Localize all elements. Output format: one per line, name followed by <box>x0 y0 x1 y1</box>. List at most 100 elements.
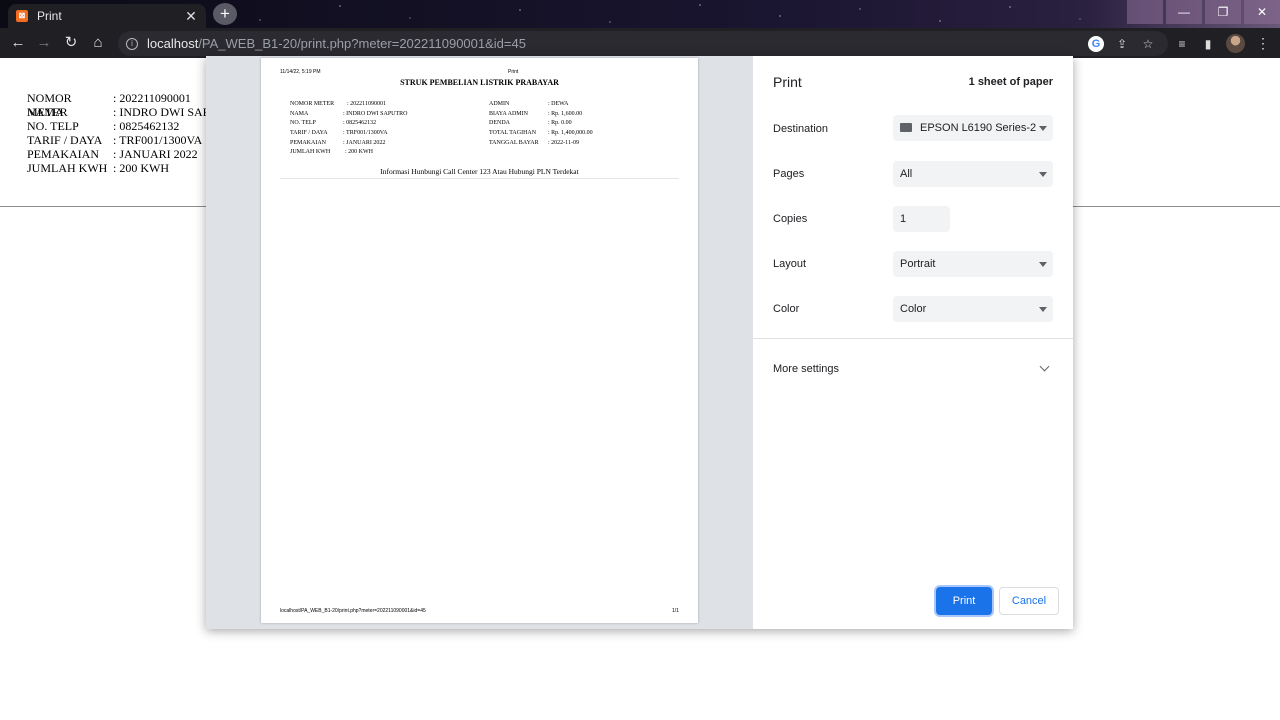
receipt-separator <box>280 178 679 179</box>
receipt-key: NO. TELP <box>290 120 316 127</box>
receipt-value: : 202211090001 <box>347 101 386 107</box>
receipt-value: : 200 KWH <box>345 149 373 156</box>
receipt-row: TARIF / DAYA : TRF001/1300VA <box>290 129 408 139</box>
reload-icon[interactable]: ↻ <box>61 33 81 53</box>
window-decoration <box>1127 0 1163 24</box>
underlying-receipt: NOMOR METER: 202211090001 NAMA: INDRO DW… <box>27 91 225 175</box>
close-tab-icon[interactable]: ✕ <box>184 8 198 25</box>
receipt-key: NOMOR METER <box>290 101 335 107</box>
xampp-favicon-icon: ⊠ <box>16 10 28 22</box>
side-panel-icon[interactable]: ▮ <box>1200 36 1216 52</box>
receipt-key: ADMIN <box>489 101 510 107</box>
bookmark-star-icon[interactable]: ☆ <box>1140 36 1156 52</box>
profile-avatar[interactable] <box>1226 34 1245 53</box>
forward-icon[interactable]: → <box>34 33 54 53</box>
restore-icon[interactable]: ❐ <box>1205 0 1241 24</box>
underlay-row: NAMA: INDRO DWI SAPUT <box>27 105 225 119</box>
home-icon[interactable]: ⌂ <box>88 33 108 53</box>
preview-footer-page: 1/1 <box>672 608 679 614</box>
copies-input[interactable]: 1 <box>893 206 950 232</box>
print-preview-pane: 11/14/22, 5:19 PM Print STRUK PEMBELIAN … <box>206 56 753 629</box>
receipt-value: : TRF001/1300VA <box>343 130 388 137</box>
receipt-right-column: ADMIN : DEWA BIAYA ADMIN : Rp. 1,600.00 DE… <box>489 100 593 148</box>
dropdown-caret-icon <box>1039 126 1047 131</box>
layout-label: Layout <box>773 258 807 270</box>
receipt-row: NAMA: INDRO DWI SAPUTRO <box>290 110 408 120</box>
underlay-value: : JANUARI 2022 <box>113 147 198 161</box>
receipt-value: : Rp. 0.00 <box>548 120 572 127</box>
back-icon[interactable]: ← <box>8 33 28 53</box>
more-settings-toggle[interactable]: More settings <box>773 363 839 375</box>
receipt-key: DENDA <box>489 120 510 127</box>
underlay-key: PEMAKAIAN <box>27 147 99 161</box>
share-icon[interactable]: ⇪ <box>1114 36 1130 52</box>
underlay-key: NO. TELP <box>27 119 79 133</box>
underlay-value: : 0825462132 <box>113 119 180 133</box>
receipt-row: ADMIN : DEWA <box>489 100 593 110</box>
reading-list-icon[interactable]: ≡ <box>1174 36 1190 52</box>
chevron-down-icon[interactable] <box>1039 361 1050 372</box>
underlay-row: JUMLAH KWH: 200 KWH <box>27 161 225 175</box>
receipt-title: STRUK PEMBELIAN LISTRIK PRABAYAR <box>400 78 559 87</box>
receipt-value: : INDRO DWI SAPUTRO <box>343 110 408 117</box>
preview-header-date: 11/14/22, 5:19 PM <box>280 69 321 75</box>
receipt-value: : Rp. 1,600.00 <box>548 110 583 117</box>
underlay-row: NOMOR METER: 202211090001 <box>27 91 225 119</box>
sheet-count: 1 sheet of paper <box>968 76 1053 88</box>
underlay-key: NOMOR METER <box>27 91 72 119</box>
receipt-row: TANGGAL BAYAR: 2022-11-09 <box>489 139 593 149</box>
print-dialog-title: Print <box>773 74 802 90</box>
color-label: Color <box>773 303 800 315</box>
tab-title: Print <box>37 9 62 23</box>
underlay-row: TARIF / DAYA: TRF001/1300VA <box>27 133 225 147</box>
receipt-row: NO. TELP : 0825462132 <box>290 119 408 129</box>
receipt-key: TOTAL TAGIHAN <box>489 130 537 137</box>
copies-label: Copies <box>773 213 808 225</box>
more-menu-icon[interactable]: ⋮ <box>1256 34 1270 52</box>
receipt-info-text: Informasi Hunbungi Call Center 123 Atau … <box>380 167 579 176</box>
destination-value: EPSON L6190 Series-2 <box>920 122 1037 134</box>
minimize-icon[interactable]: — <box>1166 0 1202 24</box>
underlay-row: NO. TELP : 0825462132 <box>27 119 225 133</box>
destination-label: Destination <box>773 123 829 135</box>
underlay-key: JUMLAH KWH <box>27 161 108 175</box>
receipt-value: : DEWA <box>548 101 569 107</box>
color-select[interactable]: Color <box>893 296 1053 322</box>
print-dialog: 11/14/22, 5:19 PM Print STRUK PEMBELIAN … <box>206 56 1073 629</box>
destination-select[interactable]: EPSON L6190 Series-2 <box>893 115 1053 141</box>
google-icon[interactable]: G <box>1088 36 1104 52</box>
address-bar[interactable]: i localhost/PA_WEB_B1-20/print.php?meter… <box>118 31 1168 56</box>
underlay-row: PEMAKAIAN : JANUARI 2022 <box>27 147 225 161</box>
site-info-icon[interactable]: i <box>126 37 138 50</box>
receipt-row: PEMAKAIAN: JANUARI 2022 <box>290 139 408 149</box>
underlay-key: NAMA <box>27 105 64 119</box>
print-button[interactable]: Print <box>936 587 992 615</box>
underlay-key: TARIF / DAYA <box>27 133 103 147</box>
receipt-key: TARIF / DAYA <box>290 130 328 137</box>
new-tab-button[interactable]: + <box>213 3 237 25</box>
receipt-row: JUMLAH KWH: 200 KWH <box>290 148 408 158</box>
cancel-button[interactable]: Cancel <box>999 587 1059 615</box>
receipt-key: BIAYA ADMIN <box>489 110 528 117</box>
color-value: Color <box>900 303 927 315</box>
preview-footer-url: localhost/PA_WEB_B1-20/print.php?meter=2… <box>280 608 426 614</box>
layout-select[interactable]: Portrait <box>893 251 1053 277</box>
url-host: localhost <box>147 36 199 51</box>
preview-sheet: 11/14/22, 5:19 PM Print STRUK PEMBELIAN … <box>261 58 698 623</box>
close-window-icon[interactable]: ✕ <box>1244 0 1280 24</box>
printer-icon <box>900 123 912 132</box>
dropdown-caret-icon <box>1039 172 1047 177</box>
receipt-row: BIAYA ADMIN : Rp. 1,600.00 <box>489 110 593 120</box>
layout-value: Portrait <box>900 258 936 270</box>
receipt-row: TOTAL TAGIHAN: Rp. 1,400,000.00 <box>489 129 593 139</box>
receipt-value: : JANUARI 2022 <box>343 139 386 146</box>
title-bar: ⊠ Print ✕ + — ❐ ✕ <box>0 0 1280 28</box>
receipt-value: : 0825462132 <box>343 120 377 127</box>
receipt-row: DENDA : Rp. 0.00 <box>489 119 593 129</box>
browser-tab[interactable]: ⊠ Print ✕ <box>8 4 206 28</box>
pages-label: Pages <box>773 168 805 180</box>
pages-value: All <box>900 168 913 180</box>
settings-divider <box>753 338 1073 339</box>
dropdown-caret-icon <box>1039 262 1047 267</box>
pages-select[interactable]: All <box>893 161 1053 187</box>
